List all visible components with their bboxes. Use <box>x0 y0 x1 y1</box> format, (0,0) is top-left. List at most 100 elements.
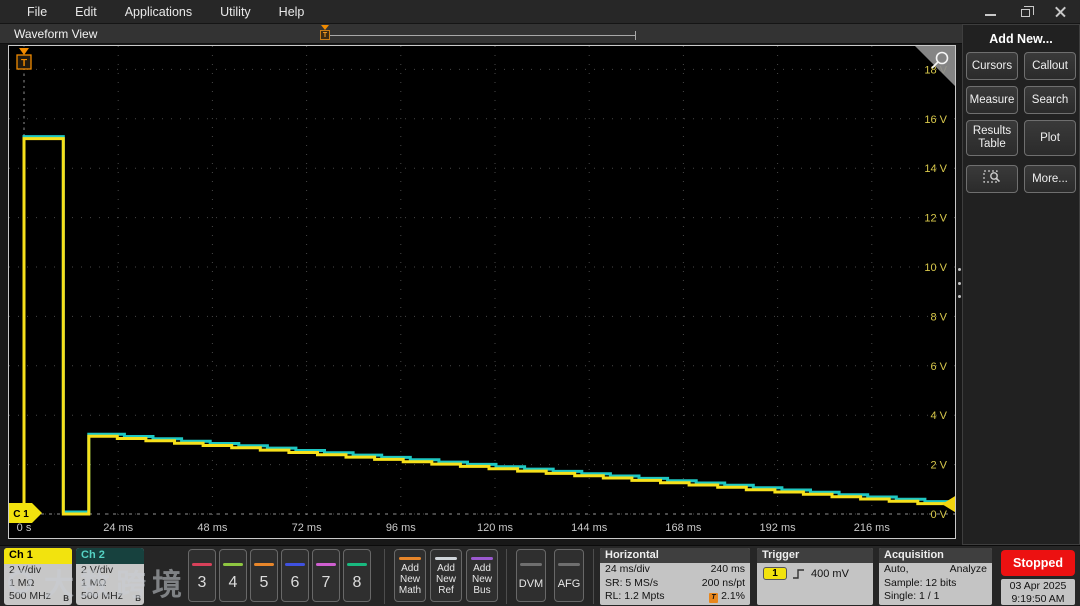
waveform-view-title[interactable]: Waveform View <box>14 27 97 41</box>
channel-number: 8 <box>344 574 370 592</box>
trigger-source-badge: 1 <box>763 567 787 580</box>
run-stop-button[interactable]: Stopped <box>1001 550 1075 576</box>
channel-8-button[interactable]: 8 <box>343 549 371 602</box>
more-button[interactable]: More... <box>1024 165 1076 193</box>
settings-bar: Ch 12 V/div1 MΩ500 MHzBCh 22 V/div1 MΩ50… <box>0 545 1080 606</box>
horizontal-scale: 24 ms/div <box>605 563 711 577</box>
channel-bandwidth: 500 MHzB <box>4 590 72 603</box>
button-label: AFG <box>555 578 583 590</box>
channel-7-button[interactable]: 7 <box>312 549 340 602</box>
button-color-stripe <box>399 557 421 560</box>
bandwidth-limit-icon: B <box>135 592 141 605</box>
acquisition-panel-title: Acquisition <box>879 548 992 563</box>
voltage-tick-label: 8 V <box>930 311 947 323</box>
channel-button-strip: 345678 <box>188 549 371 602</box>
add-new-measure-button[interactable]: Measure <box>966 86 1018 114</box>
add-new-callout-button[interactable]: Callout <box>1024 52 1076 80</box>
channel-color-stripe <box>254 563 274 566</box>
acquisition-mode: Auto, <box>884 563 950 577</box>
datetime-display: 03 Apr 2025 9:19:50 AM <box>1001 579 1075 605</box>
time-tick-label: 0 s <box>17 522 32 534</box>
channel-badge-ch2[interactable]: Ch 22 V/div1 MΩ500 MHzB <box>76 548 144 605</box>
menu-utility[interactable]: Utility <box>220 5 251 19</box>
time-tick-label: 48 ms <box>197 522 227 534</box>
button-color-stripe <box>435 557 457 560</box>
trigger-marker-label: T <box>21 58 27 69</box>
dvm-button[interactable]: DVM <box>516 549 546 602</box>
channel-badge-ch1[interactable]: Ch 12 V/div1 MΩ500 MHzB <box>4 548 72 605</box>
menu-bar: File Edit Applications Utility Help <box>0 0 1080 24</box>
restore-down-icon[interactable] <box>1021 9 1030 17</box>
add-new-plot-button[interactable]: Plot <box>1024 120 1076 156</box>
add-new-button-grid: CursorsCalloutMeasureSearchResults Table… <box>963 52 1079 156</box>
close-icon[interactable] <box>1055 6 1066 17</box>
minimize-icon[interactable] <box>985 14 996 16</box>
add-new-ref-button[interactable]: AddNewRef <box>430 549 462 602</box>
channel-number: 7 <box>313 574 339 592</box>
acquisition-sample: Sample: 12 bits <box>884 577 987 591</box>
channel-number: 4 <box>220 574 246 592</box>
time-tick-label: 96 ms <box>386 522 416 534</box>
acquisition-panel[interactable]: Acquisition Auto,Analyze Sample: 12 bits… <box>879 548 992 605</box>
channel-impedance: 1 MΩ <box>4 577 72 590</box>
bandwidth-limit-icon: B <box>63 592 69 605</box>
time-tick-label: 168 ms <box>665 522 702 534</box>
scrollbar-track[interactable] <box>323 35 635 36</box>
resolution: 200 ns/pt <box>702 577 745 591</box>
divider <box>593 549 594 604</box>
time-tick-label: 216 ms <box>854 522 891 534</box>
button-label-line: New <box>467 574 497 585</box>
trigger-position-percent: 2.1% <box>721 590 745 602</box>
voltage-tick-label: 4 V <box>930 410 947 422</box>
add-new-search-button[interactable]: Search <box>1024 86 1076 114</box>
menu-edit[interactable]: Edit <box>75 5 97 19</box>
add-new-bus-button[interactable]: AddNewBus <box>466 549 498 602</box>
zoom-box-icon <box>982 168 1002 186</box>
menu-file[interactable]: File <box>27 5 47 19</box>
add-new-title: Add New... <box>963 25 1079 52</box>
button-label-line: Add <box>467 563 497 574</box>
date-label: 03 Apr 2025 <box>1001 580 1075 593</box>
channel-6-button[interactable]: 6 <box>281 549 309 602</box>
ch2-trace <box>10 137 955 512</box>
time-label: 9:19:50 AM <box>1001 593 1075 606</box>
time-tick-label: 72 ms <box>292 522 322 534</box>
trigger-level: 400 mV <box>811 568 849 580</box>
trigger-marker-triangle-icon[interactable] <box>19 48 29 55</box>
voltage-tick-label: 6 V <box>930 361 947 373</box>
waveform-display[interactable]: 18 V16 V14 V12 V10 V8 V6 V4 V2 V0 V0 s24… <box>8 45 956 539</box>
voltage-tick-label: 12 V <box>924 213 947 225</box>
time-tick-label: 144 ms <box>571 522 608 534</box>
horizontal-panel[interactable]: Horizontal 24 ms/div240 ms SR: 5 MS/s200… <box>600 548 750 605</box>
horizontal-panel-title: Horizontal <box>600 548 750 563</box>
trigger-position-marker[interactable]: T <box>320 25 331 45</box>
menu-help[interactable]: Help <box>279 5 305 19</box>
channel-bandwidth: 500 MHzB <box>76 590 144 603</box>
horizontal-window: 240 ms <box>711 563 745 577</box>
add-new-cursors-button[interactable]: Cursors <box>966 52 1018 80</box>
menu-items: File Edit Applications Utility Help <box>0 5 318 19</box>
trigger-position-icon: T <box>709 593 718 603</box>
channel-badge-header: Ch 2 <box>76 548 144 564</box>
add-new-results-table-button[interactable]: Results Table <box>966 120 1018 156</box>
menu-applications[interactable]: Applications <box>125 5 192 19</box>
button-color-stripe <box>558 563 580 566</box>
instrument-button-strip: DVM AFG <box>516 549 584 602</box>
channel-badge-header: Ch 1 <box>4 548 72 564</box>
channel-3-button[interactable]: 3 <box>188 549 216 602</box>
zoom-box-button[interactable] <box>966 165 1018 193</box>
channel-color-stripe <box>285 563 305 566</box>
add-new-math-button[interactable]: AddNewMath <box>394 549 426 602</box>
divider <box>384 549 385 604</box>
trigger-panel[interactable]: Trigger 1 400 mV <box>757 548 873 605</box>
afg-button[interactable]: AFG <box>554 549 584 602</box>
channel-number: 6 <box>282 574 308 592</box>
button-label-line: Add <box>395 563 425 574</box>
channel-4-button[interactable]: 4 <box>219 549 247 602</box>
ch1-position-tag-label: C 1 <box>13 509 29 520</box>
voltage-tick-label: 2 V <box>930 460 947 472</box>
button-label: DVM <box>517 578 545 590</box>
channel-5-button[interactable]: 5 <box>250 549 278 602</box>
button-label-line: Math <box>395 585 425 596</box>
horizontal-position-scrollbar[interactable]: T <box>322 31 636 40</box>
